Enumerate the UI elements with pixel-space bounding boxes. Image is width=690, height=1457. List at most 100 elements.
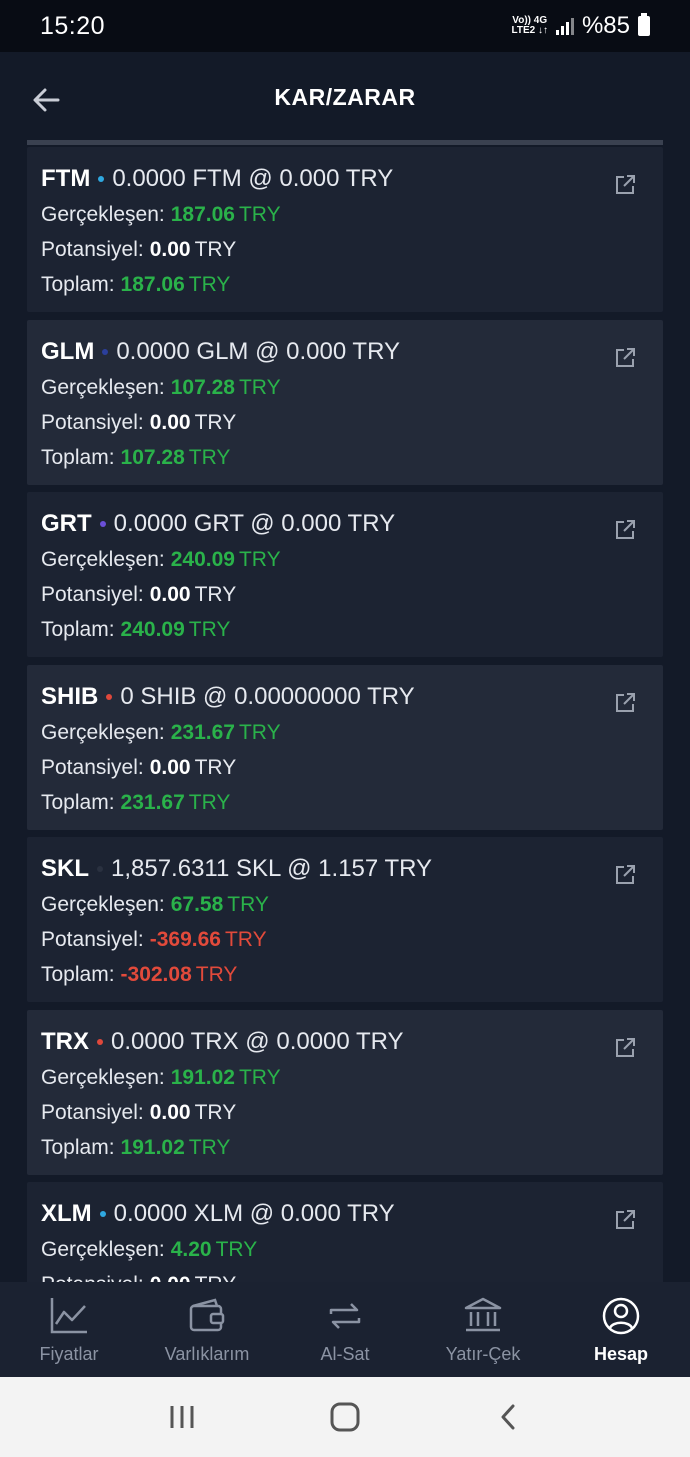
row-value: 107.28	[120, 445, 185, 469]
row-value: 4.20	[170, 1238, 212, 1261]
row-currency: TRY	[188, 1135, 231, 1159]
row-label: Potansiyel:	[41, 238, 144, 261]
potential-row: Potansiyel:0.00TRY	[41, 583, 236, 607]
nav-item-assets[interactable]: Varlıklarım	[138, 1294, 276, 1365]
total-row: Toplam: 231.67 TRY	[41, 791, 230, 815]
nav-label: Al-Sat	[320, 1344, 370, 1364]
back-button[interactable]	[478, 1392, 538, 1442]
account-icon	[602, 1297, 640, 1335]
card-header: SKL 1,857.6311 SKL @ 1.157 TRY	[41, 855, 432, 883]
asset-symbol: GRT	[41, 510, 92, 537]
nav-label: Yatır-Çek	[445, 1344, 521, 1364]
row-currency: TRY	[188, 445, 231, 469]
status-bar: 15:20 Vo)) 4G LTE2 ↓↑ %85	[0, 0, 690, 52]
signal-icon	[555, 17, 574, 35]
asset-symbol: SHIB	[41, 682, 99, 710]
pnl-card[interactable]: SKL 1,857.6311 SKL @ 1.157 TRY Gerçekleşen…	[27, 837, 663, 1002]
row-label: Gerçekleşen:	[41, 548, 165, 571]
swap-icon	[329, 1303, 361, 1329]
row-label: Potansiyel:	[41, 583, 144, 606]
row-currency: TRY	[188, 790, 231, 814]
row-currency: TRY	[224, 928, 267, 951]
row-label: Potansiyel:	[41, 1273, 144, 1282]
row-value: -302.08	[120, 963, 192, 986]
row-currency: TRY	[194, 238, 237, 261]
pnl-card[interactable]: SHIB 0 SHIB @ 0.00000000 TRY Gerçekleşen: 2…	[27, 664, 663, 830]
external-link-icon[interactable]	[613, 346, 637, 370]
row-currency: TRY	[238, 548, 281, 571]
row-currency: TRY	[238, 375, 281, 399]
row-currency: TRY	[188, 273, 231, 296]
pnl-card[interactable]: GLM 0.0000 GLM @ 0.000 TRY Gerçekleşen: 107…	[27, 319, 663, 485]
row-value: 0.00	[149, 755, 191, 779]
nav-label: Varlıklarım	[164, 1344, 250, 1364]
asset-symbol: TRX	[41, 1027, 89, 1055]
row-value: 231.67	[120, 790, 185, 814]
card-header: GLM 0.0000 GLM @ 0.000 TRY	[41, 338, 400, 366]
page-title: KAR/ZARAR	[274, 83, 416, 110]
total-row: Toplam: -302.08 TRY	[41, 963, 237, 987]
bank-icon	[464, 1297, 502, 1332]
row-value: 191.02	[170, 1065, 235, 1089]
row-label: Gerçekleşen:	[41, 720, 165, 744]
row-value: 231.67	[170, 720, 235, 744]
nav-item-account[interactable]: Hesap	[552, 1294, 690, 1365]
row-label: Toplam:	[41, 618, 115, 641]
row-label: Potansiyel:	[41, 410, 144, 434]
nav-item-prices[interactable]: Fiyatlar	[0, 1294, 138, 1365]
row-label: Potansiyel:	[41, 928, 144, 951]
recent-apps-icon	[170, 1406, 194, 1428]
external-link-icon[interactable]	[613, 518, 637, 542]
recent-apps-button[interactable]	[152, 1392, 212, 1442]
pnl-card[interactable]: GRT 0.0000 GRT @ 0.000 TRY Gerçekleşen: 240…	[27, 492, 663, 657]
arrow-left-icon[interactable]	[28, 82, 64, 118]
row-currency: TRY	[195, 1273, 237, 1282]
asset-color-dot	[97, 1038, 103, 1045]
asset-color-dot	[106, 693, 113, 700]
potential-row: Potansiyel:0.00TRY	[41, 756, 236, 780]
row-currency: TRY	[195, 963, 238, 986]
row-currency: TRY	[188, 618, 231, 641]
external-link-icon[interactable]	[613, 173, 637, 197]
asset-color-dot	[97, 866, 103, 872]
total-row: Toplam: 240.09 TRY	[41, 618, 230, 642]
pnl-card[interactable]: FTM 0.0000 FTM @ 0.000 TRY Gerçekleşen: 187…	[27, 147, 663, 312]
row-label: Toplam:	[41, 790, 115, 814]
row-currency: TRY	[194, 583, 237, 606]
app-header: KAR/ZARAR	[0, 52, 690, 142]
external-link-icon[interactable]	[613, 1036, 637, 1060]
realized-row: Gerçekleşen: 4.20 TRY	[41, 1238, 257, 1262]
row-currency: TRY	[194, 410, 237, 434]
potential-row: Potansiyel:0.00TRY	[41, 1273, 236, 1282]
row-value: 107.28	[170, 375, 235, 399]
external-link-icon[interactable]	[613, 691, 637, 715]
row-label: Gerçekleşen:	[41, 1238, 165, 1261]
external-link-icon[interactable]	[613, 1208, 637, 1232]
row-value: 0.00	[149, 1100, 191, 1124]
row-currency: TRY	[194, 1100, 237, 1124]
position-summary: 1,857.6311 SKL @ 1.157 TRY	[111, 855, 433, 882]
pnl-list[interactable]: FTM 0.0000 FTM @ 0.000 TRY Gerçekleşen: 187…	[0, 145, 690, 1282]
realized-row: Gerçekleşen: 107.28 TRY	[41, 376, 281, 400]
pnl-card[interactable]: TRX 0.0000 TRX @ 0.0000 TRY Gerçekleşen: 19…	[27, 1009, 663, 1175]
nav-item-deposit-withdraw[interactable]: Yatır-Çek	[414, 1294, 552, 1365]
row-value: 0.00	[149, 238, 191, 261]
card-header: FTM 0.0000 FTM @ 0.000 TRY	[41, 165, 393, 193]
asset-symbol: GLM	[41, 337, 95, 365]
external-link-icon[interactable]	[613, 863, 637, 887]
row-value: -369.66	[149, 928, 221, 951]
position-summary: 0 SHIB @ 0.00000000 TRY	[120, 682, 415, 710]
home-button[interactable]	[315, 1392, 375, 1442]
asset-color-dot	[98, 176, 105, 182]
position-summary: 0.0000 TRX @ 0.0000 TRY	[111, 1027, 404, 1055]
row-value: 191.02	[120, 1135, 185, 1159]
asset-color-dot	[99, 521, 106, 527]
pnl-card[interactable]: XLM 0.0000 XLM @ 0.000 TRY Gerçekleşen: 4.2…	[27, 1182, 663, 1282]
row-label: Gerçekleşen:	[41, 1065, 165, 1089]
status-time: 15:20	[40, 11, 106, 40]
position-summary: 0.0000 FTM @ 0.000 TRY	[112, 165, 394, 192]
row-value: 0.00	[149, 410, 191, 434]
card-header: GRT 0.0000 GRT @ 0.000 TRY	[41, 510, 395, 538]
home-icon	[330, 1402, 360, 1432]
nav-item-trade[interactable]: Al-Sat	[276, 1294, 414, 1365]
